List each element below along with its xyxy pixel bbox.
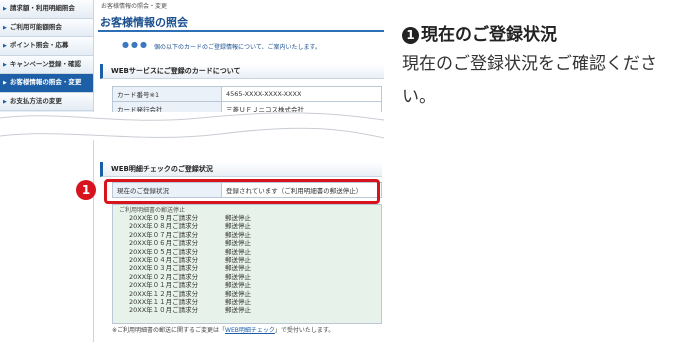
triangle-icon: ▶: [3, 6, 7, 12]
card-section-heading: WEBサービスにご登録のカードについて: [100, 64, 384, 79]
month-status: 郵送停止: [225, 306, 251, 315]
month-label: 20XX年０３月ご請求分: [129, 264, 199, 273]
sidebar-item-payment-method[interactable]: ▶ お支払方法の変更: [0, 92, 93, 111]
highlight-box: [104, 179, 380, 204]
footnote: ※ご利用明細書の郵送に関するご変更は「WEB明細チェック」で受付いたします。: [112, 327, 335, 334]
triangle-icon: ▶: [3, 80, 7, 86]
sidebar-nav: ▶ 請求額・利用明細照会 ▶ ご利用可能額照会 ▶ ポイント照会・応募 ▶ キャンペーン…: [0, 0, 94, 120]
web-section-heading: WEB明細チェックのご登録状況: [100, 162, 382, 177]
breadcrumb: お客様情報の照会・変更: [101, 3, 168, 10]
month-label: 20XX年０８月ご請求分: [129, 222, 199, 231]
month-status: 郵送停止: [225, 264, 251, 273]
intro-dots: ●●●: [122, 40, 149, 49]
sidebar-item-billing[interactable]: ▶ 請求額・利用明細照会: [0, 0, 93, 19]
title-divider: [98, 30, 384, 32]
sidebar-item-campaign[interactable]: ▶ キャンペーン登録・確認: [0, 55, 93, 74]
month-status: 郵送停止: [225, 239, 251, 248]
sidebar-continuation: [0, 140, 94, 342]
month-label: 20XX年０２月ご請求分: [129, 272, 199, 281]
card-number-value: 4565-XXXX-XXXX-XXXX: [221, 86, 382, 102]
month-list-header: ご利用明細書の郵送停止: [119, 207, 186, 214]
page-title: お客様情報の照会: [100, 16, 188, 29]
month-status: 郵送停止: [225, 272, 251, 281]
triangle-icon: ▶: [3, 61, 7, 68]
sidebar-item-customer-info[interactable]: ▶ お客様情報の照会・変更: [0, 74, 93, 93]
monthly-status-list: ご利用明細書の郵送停止 20XX年０９月ご請求分 郵送停止 20XX年０８月ご請求分…: [112, 204, 382, 324]
screenshot-frame: ▶ 請求額・利用明細照会 ▶ ご利用可能額照会 ▶ ポイント照会・応募 ▶ キャンペーン…: [0, 0, 384, 342]
month-label: 20XX年０１月ご請求分: [129, 281, 199, 290]
table-row: カード番号※1 4565-XXXX-XXXX-XXXX: [112, 86, 382, 102]
month-status: 郵送停止: [225, 289, 251, 298]
month-status: 郵送停止: [225, 247, 251, 256]
callout-number-badge: 1: [402, 27, 419, 44]
callout-title: 1 現在のご登録状況: [402, 20, 557, 45]
month-label: 20XX年０６月ご請求分: [129, 239, 199, 248]
month-status: 郵送停止: [225, 230, 251, 239]
triangle-icon: ▶: [3, 24, 7, 31]
callout-description: 現在のご登録状況をご確認ください。: [402, 54, 657, 107]
triangle-icon: ▶: [3, 43, 7, 49]
card-number-label: カード番号※1: [112, 86, 222, 102]
intro-text: 個の以下のカードのご登録情報について、ご案内いたします。: [154, 44, 321, 51]
month-label: 20XX年１２月ご請求分: [129, 289, 199, 298]
triangle-icon: ▶: [3, 98, 7, 105]
month-label: 20XX年０５月ご請求分: [129, 247, 199, 256]
web-statement-link[interactable]: WEB明細チェック: [225, 327, 275, 334]
month-status: 郵送停止: [225, 222, 251, 231]
month-label: 20XX年１０月ご請求分: [129, 306, 199, 315]
sidebar-item-points[interactable]: ▶ ポイント照会・応募: [0, 37, 93, 56]
month-label: 20XX年０７月ご請求分: [129, 230, 199, 239]
step-marker: 1: [76, 180, 96, 200]
sidebar-item-available-amount[interactable]: ▶ ご利用可能額照会: [0, 18, 93, 37]
month-status: 郵送停止: [225, 281, 251, 290]
